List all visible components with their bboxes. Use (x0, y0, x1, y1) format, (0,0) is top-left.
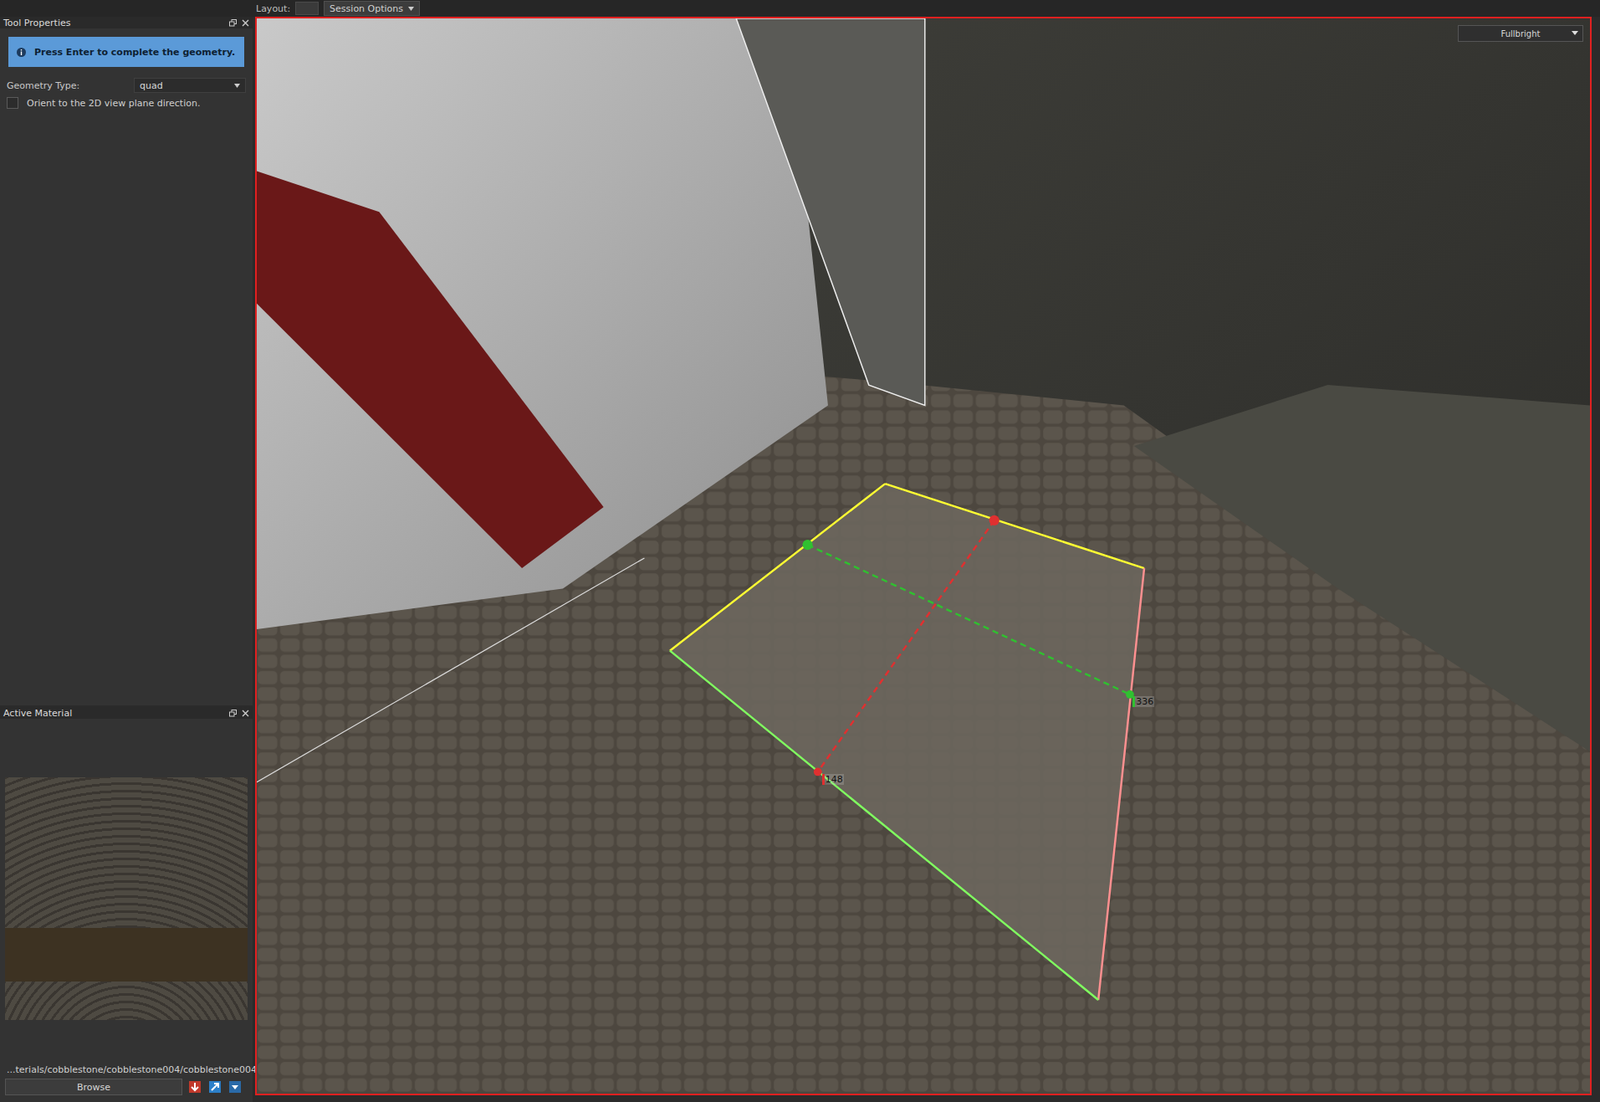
panel-header: Tool Properties (0, 16, 253, 29)
viewport-area: 148 336 Fullbright (252, 16, 1600, 1102)
material-menu-button[interactable] (227, 1078, 243, 1094)
quad-fill (669, 483, 1145, 1000)
viewport-3d[interactable]: 148 336 Fullbright (255, 16, 1592, 1095)
dimension-label: 148 (822, 773, 844, 785)
body: Tool Properties Press Enter to complete t… (0, 16, 1600, 1102)
float-icon[interactable] (229, 19, 237, 27)
panel-title: Active Material (3, 707, 72, 719)
active-material-panel: Active Material ...terials/cobblestone/co… (0, 706, 253, 1102)
info-text: Press Enter to complete the geometry. (34, 46, 236, 58)
info-icon (16, 47, 26, 57)
editor-window: Layout: Session Options Tool Properties Pre… (0, 0, 1600, 1102)
session-options-button[interactable]: Session Options (323, 0, 420, 16)
apply-icon (189, 1080, 201, 1093)
material-path: ...terials/cobblestone/cobblestone004/co… (0, 1063, 253, 1079)
dimension-label: 336 (1132, 695, 1155, 707)
close-icon[interactable] (241, 19, 250, 27)
layout-label: Layout: (255, 3, 291, 15)
left-panel: Tool Properties Press Enter to complete t… (0, 16, 253, 1102)
geometry-type-select[interactable]: quad (133, 77, 246, 93)
dropdown-arrow-icon (234, 83, 241, 88)
panel-title: Tool Properties (3, 17, 71, 29)
browse-row: Browse (0, 1078, 253, 1102)
building-wall (256, 18, 829, 629)
field-label: Geometry Type: (6, 80, 128, 92)
pick-icon (209, 1080, 221, 1093)
apply-material-button[interactable] (187, 1078, 203, 1094)
checkbox[interactable] (6, 97, 19, 109)
info-box: Press Enter to complete the geometry. (8, 36, 245, 67)
top-bar: Layout: Session Options (0, 0, 1600, 17)
browse-button[interactable]: Browse (5, 1078, 183, 1095)
render-mode-dropdown[interactable]: Fullbright (1457, 25, 1584, 42)
checkbox-label: Orient to the 2D view plane direction. (26, 97, 200, 109)
panel-header: Active Material (0, 706, 253, 719)
panel-header-icons (229, 19, 250, 27)
tool-properties-panel: Tool Properties Press Enter to complete t… (0, 16, 253, 706)
tall-block (736, 18, 926, 405)
floor (256, 18, 1590, 1094)
close-icon[interactable] (241, 709, 250, 717)
material-preview (5, 776, 248, 1020)
field-row: Geometry Type: quad (0, 76, 253, 94)
orient-checkbox-row[interactable]: Orient to the 2D view plane direction. (0, 93, 253, 113)
dropdown-arrow-icon (408, 6, 415, 11)
dropdown-arrow-icon (229, 1080, 241, 1093)
layout-select[interactable] (295, 1, 319, 16)
door-frame (256, 171, 604, 569)
scene-render (256, 18, 1590, 1094)
panel-header-icons (229, 709, 250, 717)
pick-material-button[interactable] (207, 1078, 223, 1094)
rock-boulder (1134, 384, 1590, 752)
float-icon[interactable] (229, 709, 237, 717)
dropdown-arrow-icon (1571, 30, 1579, 36)
